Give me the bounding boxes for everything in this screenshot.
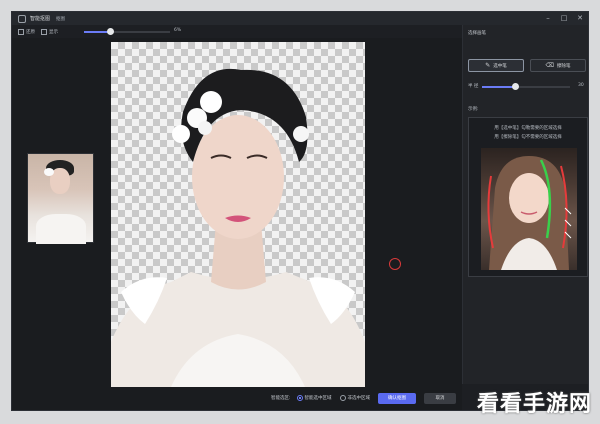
window-badge: 抠图 xyxy=(56,16,66,22)
brush-erase-label: 擦除笔 xyxy=(556,63,571,69)
watermark-text: 看看手游网 xyxy=(476,392,592,417)
example-label: 示例: xyxy=(468,107,479,112)
show-button[interactable]: 显示 xyxy=(41,28,58,35)
example-line-2: 用【擦除笔】勾不需要的区域选择 xyxy=(494,135,562,140)
brush-erase-button[interactable]: ⌫ 擦除笔 xyxy=(530,59,586,72)
zoom-percent: 6% xyxy=(174,28,182,33)
zoom-slider-fill xyxy=(84,31,110,33)
example-box: 用【选中笔】勾勒需要的区域选择 用【擦除笔】勾不需要的区域选择 xyxy=(468,117,588,277)
brush-keep-label: 选中笔 xyxy=(493,63,507,69)
option-smart-selected-label: 智能选中区域 xyxy=(304,396,332,401)
brush-size-knob[interactable] xyxy=(512,83,520,90)
brush-tabs: ✎ 选中笔 ⌫ 擦除笔 xyxy=(468,59,586,72)
restore-button[interactable]: 还原 xyxy=(18,28,35,35)
radio-selected-icon xyxy=(296,395,303,401)
restore-label: 还原 xyxy=(26,29,35,35)
brush-size-slider[interactable] xyxy=(482,83,570,90)
thumb-flower xyxy=(44,168,54,176)
brush-keep-icon: ✎ xyxy=(485,62,491,69)
example-line-1: 用【选中笔】勾勒需要的区域选择 xyxy=(494,126,562,131)
title-bar: 智能抠图 抠图 – □ ✕ xyxy=(12,12,588,25)
option-non-selected[interactable]: 非选中区域 xyxy=(339,395,371,401)
brush-keep-button[interactable]: ✎ 选中笔 xyxy=(468,59,524,72)
smart-select-label: 智能选区: xyxy=(270,396,291,401)
option-non-selected-label: 非选中区域 xyxy=(347,396,371,401)
minimize-icon[interactable]: – xyxy=(544,14,552,22)
app-window: 智能抠图 抠图 – □ ✕ 还原 显示 6% 选择画笔 ✎ 选中笔 ⌫ 擦除笔 … xyxy=(11,11,589,411)
size-value: 30 xyxy=(578,83,584,88)
size-label: 半 径 xyxy=(468,84,479,89)
zoom-slider-knob[interactable] xyxy=(106,28,114,35)
maximize-icon[interactable]: □ xyxy=(560,14,568,22)
brush-size-fill xyxy=(482,86,516,88)
cancel-button[interactable]: 取消 xyxy=(424,392,456,404)
toolbar: 还原 显示 6% xyxy=(12,25,462,38)
example-photo xyxy=(481,148,577,270)
window-controls: – □ ✕ xyxy=(544,14,584,22)
cutout-portrait xyxy=(111,68,365,387)
example-illustration xyxy=(487,156,572,270)
original-thumbnail[interactable] xyxy=(27,153,94,244)
app-logo-icon xyxy=(18,14,26,23)
show-icon xyxy=(41,28,47,35)
canvas-area[interactable] xyxy=(12,38,462,410)
zoom-slider[interactable] xyxy=(84,28,170,35)
panel-title: 选择画笔 xyxy=(468,31,486,36)
window-title: 智能抠图 xyxy=(30,16,51,22)
radio-unselected-icon xyxy=(339,395,346,401)
confirm-cutout-button[interactable]: 确认抠图 xyxy=(378,392,416,404)
option-smart-selected[interactable]: 智能选中区域 xyxy=(296,395,332,401)
brush-cursor xyxy=(389,258,401,270)
brush-size-row: 半 径 30 xyxy=(468,83,588,91)
close-icon[interactable]: ✕ xyxy=(576,14,584,22)
edit-canvas-photo[interactable] xyxy=(111,42,365,387)
thumb-body xyxy=(36,214,86,244)
restore-icon xyxy=(18,28,24,35)
right-panel: 选择画笔 ✎ 选中笔 ⌫ 擦除笔 半 径 30 示例: 用【选中笔】勾勒需要的区… xyxy=(462,25,588,384)
show-label: 显示 xyxy=(49,29,58,35)
brush-erase-icon: ⌫ xyxy=(545,62,554,69)
